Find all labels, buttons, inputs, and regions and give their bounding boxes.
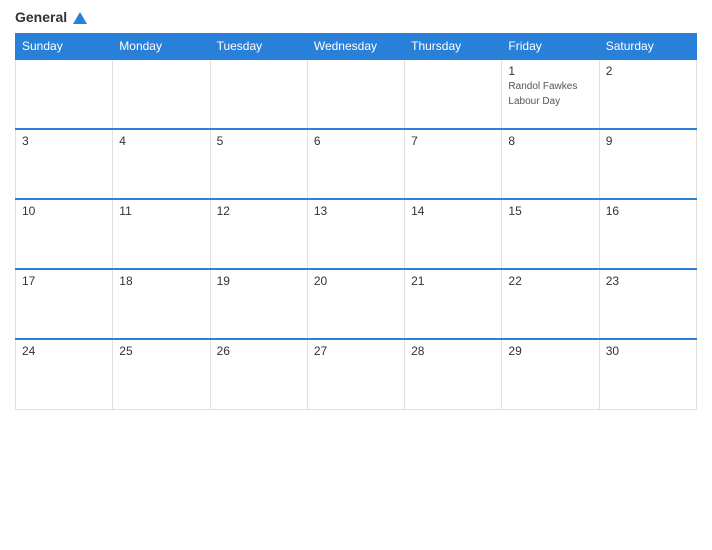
week-row-4: 17 18 19 20 21 22 23 [16,269,697,339]
day-number: 19 [217,274,301,288]
day-number: 3 [22,134,106,148]
day-number: 11 [119,204,203,218]
calendar-cell: 1 Randol Fawkes Labour Day [502,59,599,129]
day-number: 13 [314,204,398,218]
calendar-cell: 15 [502,199,599,269]
calendar-cell: 13 [307,199,404,269]
calendar-cell [210,59,307,129]
day-number: 22 [508,274,592,288]
calendar-cell: 19 [210,269,307,339]
calendar-cell: 29 [502,339,599,409]
week-row-2: 3456789 [16,129,697,199]
day-number: 7 [411,134,495,148]
week-row-5: 24 25 26 27 28 29 30 [16,339,697,409]
calendar-cell: 12 [210,199,307,269]
day-number: 12 [217,204,301,218]
logo-triangle-icon [73,12,87,24]
weekday-header-sunday: Sunday [16,34,113,60]
calendar-cell: 30 [599,339,696,409]
day-number: 9 [606,134,690,148]
day-number: 27 [314,344,398,358]
logo-general: General [15,10,87,25]
calendar-cell: 16 [599,199,696,269]
calendar-cell: 6 [307,129,404,199]
calendar-cell: 26 [210,339,307,409]
day-number: 2 [606,64,690,78]
calendar-cell: 14 [405,199,502,269]
calendar-cell: 9 [599,129,696,199]
day-number: 1 [508,64,592,78]
calendar-cell: 11 [113,199,210,269]
calendar-cell: 8 [502,129,599,199]
day-number: 18 [119,274,203,288]
day-number: 15 [508,204,592,218]
day-number: 21 [411,274,495,288]
calendar-cell [113,59,210,129]
day-number: 26 [217,344,301,358]
calendar-cell: 7 [405,129,502,199]
calendar-cell: 28 [405,339,502,409]
calendar-cell: 4 [113,129,210,199]
event-label: Labour Day [508,95,592,108]
calendar-cell: 2 [599,59,696,129]
day-number: 24 [22,344,106,358]
weekday-header-thursday: Thursday [405,34,502,60]
calendar-cell: 22 [502,269,599,339]
day-number: 29 [508,344,592,358]
calendar-cell: 17 [16,269,113,339]
event-label: Randol Fawkes [508,80,592,93]
weekday-header-saturday: Saturday [599,34,696,60]
calendar-cell: 5 [210,129,307,199]
logo: General [15,10,87,25]
day-number: 4 [119,134,203,148]
calendar-cell: 23 [599,269,696,339]
calendar-cell: 18 [113,269,210,339]
day-number: 14 [411,204,495,218]
calendar-cell [405,59,502,129]
calendar-cell: 21 [405,269,502,339]
week-row-1: 1 Randol Fawkes Labour Day 2 [16,59,697,129]
day-number: 30 [606,344,690,358]
calendar-table: SundayMondayTuesdayWednesdayThursdayFrid… [15,33,697,410]
calendar-cell: 27 [307,339,404,409]
weekday-header-row: SundayMondayTuesdayWednesdayThursdayFrid… [16,34,697,60]
calendar-cell: 24 [16,339,113,409]
day-number: 6 [314,134,398,148]
day-number: 8 [508,134,592,148]
week-row-3: 10 11 12 13 14 15 16 [16,199,697,269]
weekday-header-tuesday: Tuesday [210,34,307,60]
day-number: 10 [22,204,106,218]
calendar-cell [307,59,404,129]
day-number: 25 [119,344,203,358]
calendar-cell: 20 [307,269,404,339]
day-number: 17 [22,274,106,288]
day-number: 16 [606,204,690,218]
day-number: 23 [606,274,690,288]
calendar-cell: 3 [16,129,113,199]
calendar-header: General [15,10,697,25]
calendar-cell: 25 [113,339,210,409]
calendar-cell: 10 [16,199,113,269]
day-number: 28 [411,344,495,358]
calendar-cell [16,59,113,129]
weekday-header-wednesday: Wednesday [307,34,404,60]
day-number: 5 [217,134,301,148]
day-number: 20 [314,274,398,288]
weekday-header-friday: Friday [502,34,599,60]
weekday-header-monday: Monday [113,34,210,60]
